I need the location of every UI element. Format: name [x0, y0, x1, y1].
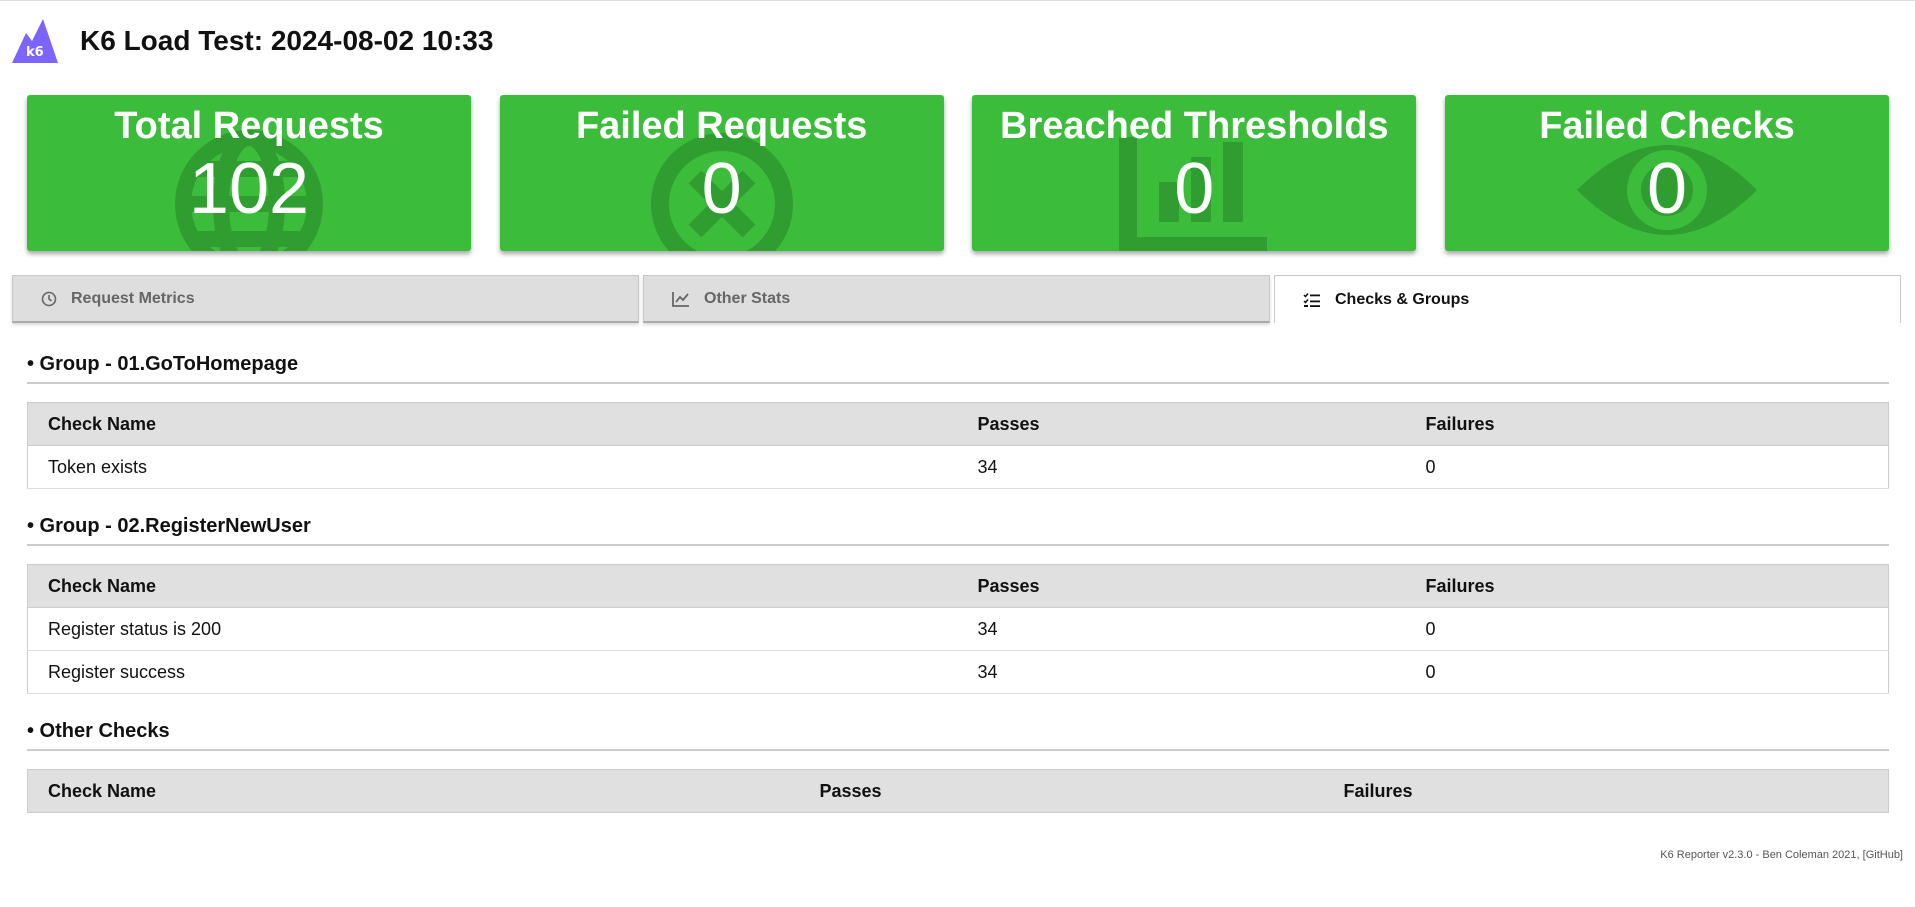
tab-label: Request Metrics [71, 289, 195, 307]
col-header: Passes [957, 402, 1406, 446]
failures-value: 0 [1405, 607, 1889, 651]
svg-text:k6: k6 [26, 45, 44, 60]
group-title: • Group - 01.GoToHomepage [27, 353, 1889, 384]
failed-requests-card: Failed Requests 0 [499, 95, 944, 251]
tab-checks-groups[interactable]: Checks & Groups [1274, 275, 1901, 323]
failures-value: 0 [1405, 650, 1889, 694]
check-name: Token exists [27, 445, 958, 489]
tab-label: Checks & Groups [1335, 290, 1470, 308]
col-header: Check Name [27, 564, 958, 608]
col-header: Passes [957, 564, 1406, 608]
card-title: Failed Checks [1539, 105, 1795, 147]
passes-value: 34 [957, 445, 1406, 489]
col-header: Failures [1405, 564, 1889, 608]
check-name: Register success [27, 650, 958, 694]
card-value: 0 [1646, 149, 1687, 229]
card-title: Total Requests [114, 105, 384, 147]
summary-cards: Total Requests 102 Failed Requests 0 Bre… [27, 95, 1889, 251]
breached-thresholds-card: Breached Thresholds 0 [972, 95, 1417, 251]
passes-value: 34 [957, 607, 1406, 651]
card-value: 0 [1174, 149, 1215, 229]
col-header: Passes [799, 769, 1324, 813]
card-value: 102 [188, 149, 310, 229]
checks-table: Check Name Passes Failures Register stat… [27, 564, 1889, 694]
checklist-icon [1303, 292, 1321, 308]
card-title: Breached Thresholds [1000, 105, 1389, 147]
total-requests-card: Total Requests 102 [27, 95, 471, 251]
table-row: Register status is 200 34 0 [27, 607, 1889, 651]
card-value: 0 [701, 149, 742, 229]
checks-content: • Group - 01.GoToHomepage Check Name Pas… [27, 353, 1889, 839]
col-header: Failures [1405, 402, 1889, 446]
failures-value: 0 [1405, 445, 1889, 489]
col-header: Check Name [27, 769, 800, 813]
table-row: Register success 34 0 [27, 650, 1889, 694]
page-header: k6 K6 Load Test: 2024-08-02 10:33 [12, 19, 493, 63]
group-title: • Other Checks [27, 720, 1889, 751]
checks-table: Check Name Passes Failures [27, 769, 1889, 813]
group-title: • Group - 02.RegisterNewUser [27, 515, 1889, 546]
table-header-row: Check Name Passes Failures [27, 402, 1889, 446]
check-name: Register status is 200 [27, 607, 958, 651]
table-header-row: Check Name Passes Failures [27, 769, 1889, 813]
card-title: Failed Requests [575, 105, 868, 147]
table-header-row: Check Name Passes Failures [27, 564, 1889, 608]
col-header: Failures [1323, 769, 1889, 813]
page-title: K6 Load Test: 2024-08-02 10:33 [80, 25, 494, 56]
tab-bar: Request Metrics Other Stats Checks & Gro… [12, 275, 1901, 325]
footer-credit: K6 Reporter v2.3.0 - Ben Coleman 2021, [… [1660, 849, 1903, 861]
tab-label: Other Stats [704, 289, 791, 307]
tab-request-metrics[interactable]: Request Metrics [12, 275, 639, 323]
failed-checks-card: Failed Checks 0 [1444, 95, 1889, 251]
k6-logo-icon: k6 [12, 19, 58, 63]
tab-other-stats[interactable]: Other Stats [643, 275, 1270, 323]
clock-icon [41, 291, 57, 307]
line-chart-icon [672, 291, 690, 307]
checks-table: Check Name Passes Failures Token exists … [27, 402, 1889, 489]
col-header: Check Name [27, 402, 958, 446]
passes-value: 34 [957, 650, 1406, 694]
table-row: Token exists 34 0 [27, 445, 1889, 489]
